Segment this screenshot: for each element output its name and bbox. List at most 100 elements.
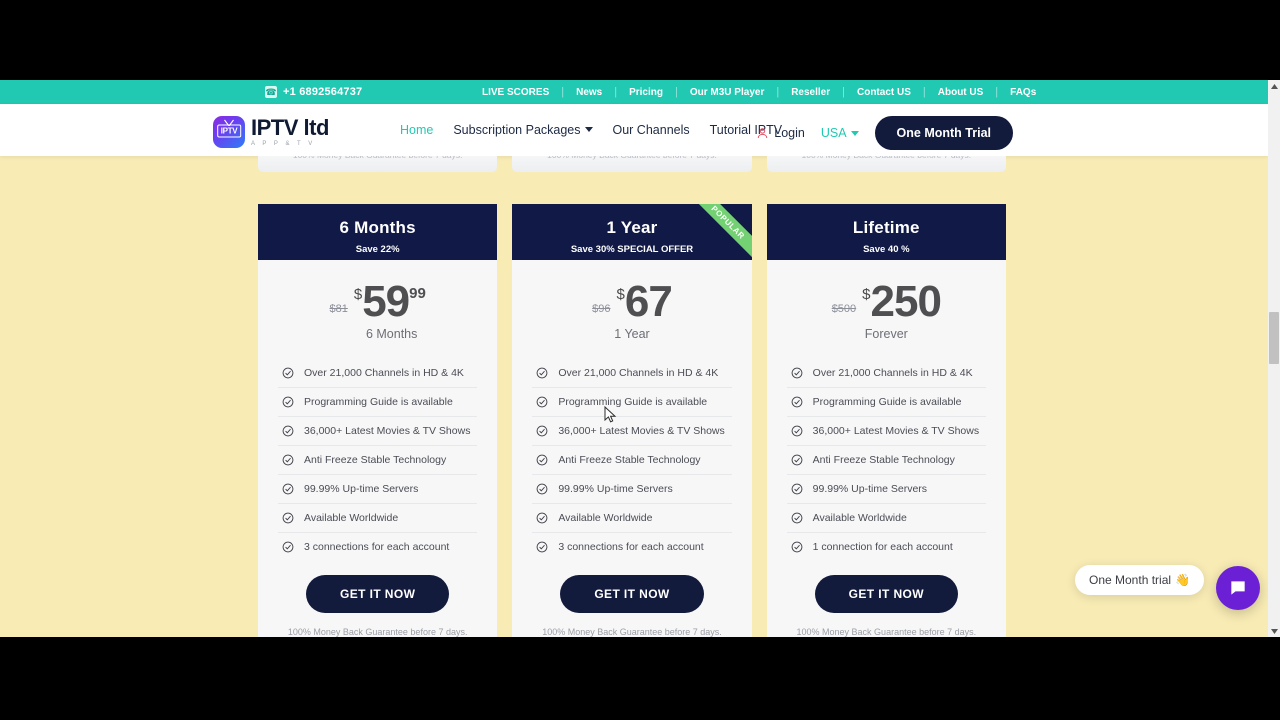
top-link-about-us[interactable]: About US: [926, 87, 996, 98]
chat-icon: [1231, 581, 1245, 595]
plan-period: 1 Year: [614, 327, 650, 341]
get-it-now-button[interactable]: GET IT NOW: [814, 575, 958, 613]
feature-label: Available Worldwide: [812, 512, 907, 524]
top-contact-bar: ☎ +1 6892564737 LIVE SCORES | News | Pri…: [0, 80, 1268, 104]
top-link-reseller[interactable]: Reseller: [779, 87, 842, 98]
chevron-down-icon: [1270, 628, 1278, 634]
feature-label: Available Worldwide: [558, 512, 653, 524]
card-header: Lifetime Save 40 %: [766, 204, 1006, 260]
guarantee-note: 100% Money Back Guarantee before 7 days.: [542, 627, 722, 637]
chat-prompt-text: One Month trial: [1089, 573, 1172, 587]
feature-list: Over 21,000 Channels in HD & 4K Programm…: [532, 359, 732, 561]
login-button[interactable]: Login: [756, 126, 805, 140]
nav-actions: Login USA One Month Trial: [756, 116, 1013, 150]
top-link-pricing[interactable]: Pricing: [617, 87, 675, 98]
check-circle-icon: [282, 367, 294, 379]
nav-item-home[interactable]: Home: [400, 123, 433, 137]
nav-item-our-channels[interactable]: Our Channels: [613, 123, 690, 137]
chevron-up-icon: [1270, 83, 1278, 89]
guarantee-note: 100% Money Back Guarantee before 7 days.: [258, 156, 497, 160]
check-circle-icon: [791, 512, 803, 524]
check-circle-icon: [791, 454, 803, 466]
card-stub: 100% Money Back Guarantee before 7 days.: [766, 156, 1006, 172]
feature-item: Programming Guide is available: [278, 388, 478, 417]
price-amount: 67: [624, 276, 673, 326]
top-link-news[interactable]: News: [564, 87, 614, 98]
top-link-m3u-player[interactable]: Our M3U Player: [678, 87, 776, 98]
get-it-now-button[interactable]: GET IT NOW: [306, 575, 450, 613]
pricing-card-6-months: 6 Months Save 22% $81 $ 59 99 6 Months O…: [258, 204, 498, 637]
check-circle-icon: [282, 396, 294, 408]
region-selector[interactable]: USA: [821, 126, 859, 140]
feature-label: Over 21,000 Channels in HD & 4K: [558, 367, 719, 379]
scrollbar-thumb[interactable]: [1269, 312, 1279, 364]
top-link-faqs[interactable]: FAQs: [998, 87, 1048, 98]
currency-symbol: $: [616, 285, 625, 303]
feature-list: Over 21,000 Channels in HD & 4K Programm…: [786, 359, 986, 561]
chat-prompt-bubble[interactable]: One Month trial 👋: [1075, 565, 1204, 595]
feature-list: Over 21,000 Channels in HD & 4K Programm…: [278, 359, 478, 561]
cta-wrap: GET IT NOW: [512, 575, 751, 613]
card-stub: 100% Money Back Guarantee before 7 days.: [512, 156, 752, 172]
browser-viewport: ☎ +1 6892564737 LIVE SCORES | News | Pri…: [0, 80, 1280, 637]
pricing-cards: 6 Months Save 22% $81 $ 59 99 6 Months O…: [258, 204, 1006, 637]
plan-title: Lifetime: [852, 218, 920, 237]
check-circle-icon: [791, 425, 803, 437]
cta-wrap: GET IT NOW: [767, 575, 1006, 613]
login-label: Login: [774, 126, 805, 140]
previous-plans-row-partial: 100% Money Back Guarantee before 7 days.…: [258, 156, 1006, 172]
logo-wordmark: IPTV ltd A P P & T V: [251, 115, 329, 148]
feature-item: 99.99% Up-time Servers: [786, 475, 986, 504]
region-label: USA: [820, 126, 847, 140]
phone-contact[interactable]: ☎ +1 6892564737: [265, 86, 362, 98]
scroll-down-arrow[interactable]: [1268, 625, 1280, 637]
feature-item: 3 connections for each account: [532, 533, 731, 561]
feature-label: 36,000+ Latest Movies & TV Shows: [304, 425, 471, 437]
cta-wrap: GET IT NOW: [258, 575, 497, 613]
feature-item: Available Worldwide: [278, 504, 478, 533]
card-header: 6 Months Save 22%: [258, 204, 498, 260]
feature-item: 1 connection for each account: [787, 533, 986, 561]
guarantee-note: 100% Money Back Guarantee before 7 days.: [287, 627, 468, 637]
page-scrollbar[interactable]: [1268, 80, 1280, 637]
feature-label: Programming Guide is available: [558, 396, 708, 408]
logo-icon: IPTV: [213, 116, 245, 148]
check-circle-icon: [282, 483, 294, 495]
site-logo[interactable]: IPTV IPTV ltd A P P & T V: [213, 116, 329, 148]
scroll-up-arrow[interactable]: [1268, 80, 1280, 92]
price-cents: 99: [409, 284, 426, 302]
logo-tagline: A P P & T V: [251, 141, 316, 147]
feature-label: Programming Guide is available: [304, 396, 453, 408]
one-month-trial-button[interactable]: One Month Trial: [874, 116, 1013, 150]
feature-item: Anti Freeze Stable Technology: [532, 446, 732, 475]
feature-item: Programming Guide is available: [532, 388, 732, 417]
top-nav-links: LIVE SCORES | News | Pricing | Our M3U P…: [470, 86, 1048, 98]
nav-item-subscription-packages[interactable]: Subscription Packages: [453, 123, 593, 137]
check-circle-icon: [536, 425, 548, 437]
feature-item: Available Worldwide: [532, 504, 732, 533]
plan-period: 6 Months: [365, 327, 418, 341]
check-circle-icon: [536, 512, 548, 524]
price-row: $96 $ 67: [512, 260, 751, 326]
feature-label: 3 connections for each account: [304, 541, 450, 553]
logo-title: IPTV ltd: [251, 115, 329, 140]
guarantee-note: 100% Money Back Guarantee before 7 days.: [767, 156, 1006, 160]
chevron-down-icon: [850, 130, 859, 136]
check-circle-icon: [282, 425, 294, 437]
chevron-down-icon: [584, 127, 593, 132]
price-amount: 250: [870, 276, 942, 326]
chat-launcher-button[interactable]: [1216, 566, 1260, 610]
card-header: POPULAR 1 Year Save 30% SPECIAL OFFER: [512, 204, 752, 260]
primary-nav: Home Subscription Packages Our Channels …: [400, 123, 782, 137]
top-link-live-scores[interactable]: LIVE SCORES: [470, 87, 561, 98]
plan-savings: Save 40 %: [863, 244, 910, 255]
get-it-now-button[interactable]: GET IT NOW: [560, 575, 704, 613]
phone-number: +1 6892564737: [283, 86, 363, 98]
top-link-contact-us[interactable]: Contact US: [845, 87, 923, 98]
feature-item: 3 connections for each account: [278, 533, 477, 561]
pricing-card-1-year: POPULAR 1 Year Save 30% SPECIAL OFFER $9…: [512, 204, 752, 637]
plan-period: Forever: [864, 327, 908, 341]
check-circle-icon: [791, 396, 803, 408]
old-price: $81: [329, 302, 348, 315]
logo-mark-text: IPTV: [217, 124, 241, 138]
